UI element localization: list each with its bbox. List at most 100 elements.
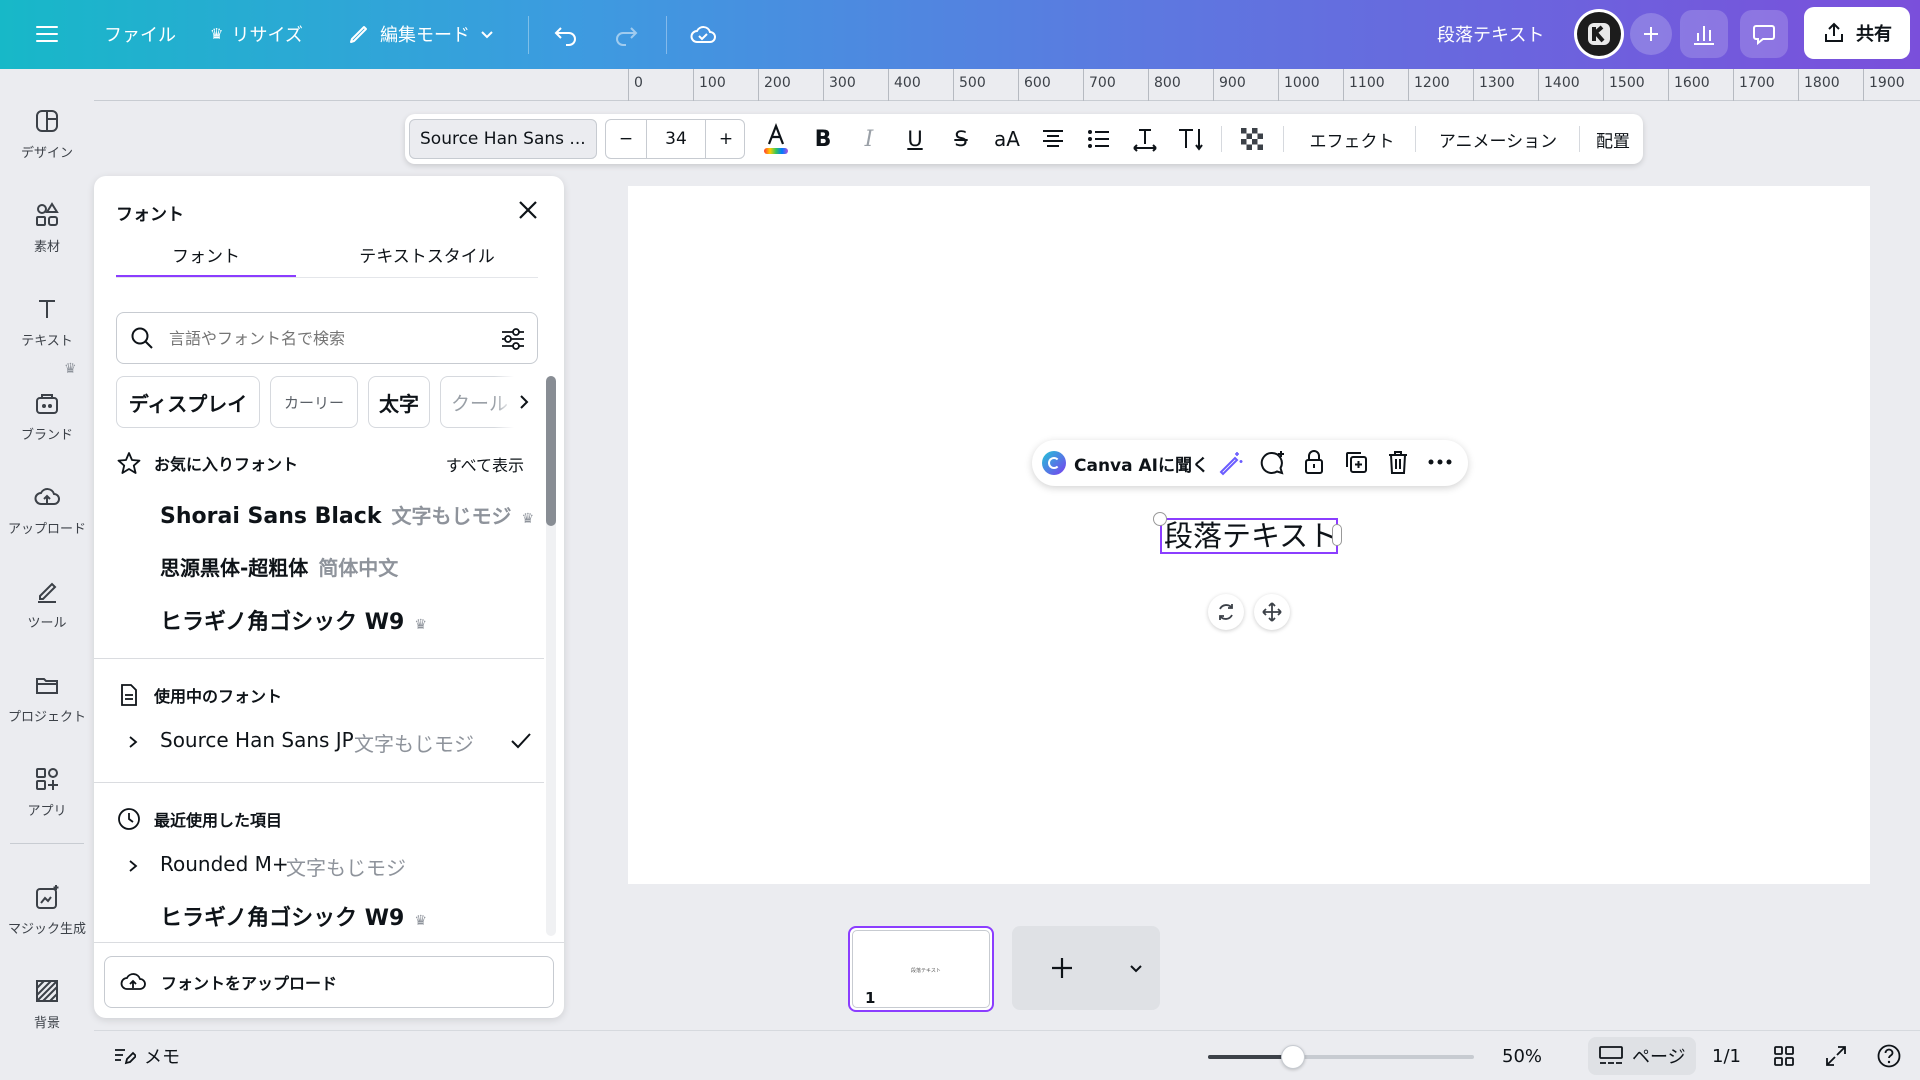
tab-fonts[interactable]: フォント [116, 242, 296, 278]
font-item-rounded-mplus[interactable]: Rounded M+ 文字もじモジ [116, 848, 536, 884]
menu-button[interactable] [34, 14, 60, 54]
category-chips: ディスプレイ カーリー 太字 クール [116, 376, 538, 428]
rail-item-background[interactable]: 背景 [0, 963, 94, 1043]
help-button[interactable] [1876, 1031, 1902, 1080]
move-button[interactable] [1254, 594, 1290, 630]
fullscreen-button[interactable] [1824, 1031, 1848, 1080]
font-name: ヒラギノ角ゴシック W9 [160, 906, 405, 931]
file-menu[interactable]: ファイル [104, 14, 176, 54]
cloud-save-status[interactable] [688, 14, 718, 54]
font-size-input[interactable]: 34 [646, 120, 706, 158]
panel-scrollbar[interactable] [546, 376, 556, 936]
strikethrough-button[interactable]: S [939, 114, 983, 164]
page-thumbnail[interactable]: 段落テキスト 1 [848, 926, 994, 1012]
add-page-options-button[interactable] [1112, 926, 1160, 1010]
letter-spacing-button[interactable] [1123, 114, 1167, 164]
font-item-hiragino-w9-recent[interactable]: ヒラギノ角ゴシック W9 ♛ [160, 900, 427, 932]
rail-item-projects[interactable]: プロジェクト [0, 657, 94, 737]
more-options-button[interactable] [1426, 448, 1456, 478]
text-icon [39, 299, 55, 318]
resize-handle-left[interactable] [1153, 512, 1167, 526]
magic-write-button[interactable] [1216, 449, 1246, 479]
comments-button[interactable] [1740, 10, 1788, 58]
rail-item-tools[interactable]: ツール [0, 563, 94, 643]
notes-button[interactable]: メモ [112, 1031, 180, 1080]
page-count[interactable]: 1/1 [1712, 1031, 1741, 1080]
rail-item-elements[interactable]: 素材 [0, 187, 94, 267]
italic-button[interactable]: I [847, 114, 891, 164]
font-item-source-han-sans[interactable]: Source Han Sans JP 文字もじモジ [116, 724, 536, 760]
font-item-shorai-sans-black[interactable]: Shorai Sans Black 文字もじモジ ♛ [160, 500, 534, 529]
add-collaborator-button[interactable] [1630, 13, 1672, 55]
horizontal-ruler: 0 100 200 300 400 500 600 700 800 900 1000 1100 1200… [94, 69, 1920, 101]
tab-text-styles[interactable]: テキストスタイル [316, 242, 538, 278]
see-all-link[interactable]: すべて表示 [446, 452, 524, 476]
font-search-input[interactable] [169, 328, 469, 348]
zoom-percentage[interactable]: 50% [1502, 1031, 1542, 1080]
toolbar-divider [1415, 126, 1416, 152]
lock-button[interactable] [1300, 448, 1330, 478]
animation-button[interactable]: アニメーション [1423, 114, 1573, 164]
redo-button[interactable] [612, 14, 640, 54]
font-item-hiragino-w9[interactable]: ヒラギノ角ゴシック W9 ♛ [160, 604, 427, 636]
resize-button[interactable]: ♛ リサイズ [210, 14, 303, 54]
vertical-text-button[interactable] [1169, 114, 1213, 164]
zoom-slider-thumb[interactable] [1280, 1045, 1305, 1069]
document-title[interactable]: 段落テキスト [1437, 14, 1544, 54]
font-size-increase-button[interactable]: + [706, 120, 746, 158]
ask-ai-label: Canva AIに聞く [1074, 455, 1210, 476]
chip-display[interactable]: ディスプレイ [116, 376, 260, 428]
comment-add-button[interactable] [1258, 448, 1288, 478]
rail-item-text[interactable]: テキスト [0, 281, 94, 361]
rotate-button[interactable] [1208, 594, 1244, 630]
duplicate-icon [1346, 452, 1367, 473]
close-panel-button[interactable] [514, 196, 542, 224]
pages-view-button[interactable]: ページ [1588, 1037, 1696, 1075]
upload-font-button[interactable]: フォントをアップロード [104, 956, 554, 1008]
insights-button[interactable] [1680, 10, 1728, 58]
rail-item-magic[interactable]: マジック生成 [0, 869, 94, 949]
rail-item-uploads[interactable]: アップロード [0, 469, 94, 549]
transparency-button[interactable] [1229, 114, 1275, 164]
font-size-decrease-button[interactable]: − [606, 120, 646, 158]
font-search-field[interactable] [116, 312, 538, 364]
chevron-down-icon [481, 31, 493, 39]
bold-button[interactable]: B [801, 114, 845, 164]
text-direction-icon [1179, 129, 1203, 151]
letter-case-button[interactable]: aA [985, 114, 1029, 164]
position-button[interactable]: 配置 [1587, 114, 1639, 164]
scrollbar-thumb[interactable] [546, 376, 556, 526]
font-family-select[interactable]: Source Han Sans ... [409, 119, 597, 159]
align-button[interactable] [1031, 114, 1075, 164]
delete-button[interactable] [1384, 448, 1414, 478]
add-page-button[interactable] [1012, 926, 1112, 1010]
avatar[interactable] [1574, 9, 1624, 59]
zoom-slider[interactable] [1208, 1045, 1474, 1069]
rail-item-apps[interactable]: アプリ [0, 751, 94, 831]
upload-font-label: フォントをアップロード [161, 974, 338, 993]
list-button[interactable] [1077, 114, 1121, 164]
selected-text-element[interactable]: 段落テキスト [1160, 518, 1338, 554]
chip-curly[interactable]: カーリー [270, 376, 358, 428]
font-item-siyuan-heiti[interactable]: 思源黒体-超粗体 简体中文 [160, 552, 398, 581]
rail-item-brand[interactable]: ブランド [0, 375, 94, 455]
chip-bold[interactable]: 太字 [368, 376, 430, 428]
grid-view-button[interactable] [1772, 1031, 1796, 1080]
doc-title-text: 段落テキスト [1437, 25, 1545, 46]
rail-item-design[interactable]: デザイン [0, 93, 94, 173]
share-button[interactable]: 共有 [1804, 7, 1910, 59]
chips-scroll-right-button[interactable] [494, 376, 538, 428]
underline-button[interactable]: U [893, 114, 937, 164]
ask-ai-button[interactable]: Canva AIに聞く [1042, 440, 1209, 486]
magic-icon [36, 884, 59, 909]
edit-mode-dropdown[interactable]: 編集モード [346, 14, 496, 54]
undo-button[interactable] [552, 14, 580, 54]
effects-button[interactable]: エフェクト [1295, 114, 1409, 164]
plus-icon [1052, 958, 1072, 978]
notes-label: メモ [144, 1047, 180, 1068]
duplicate-button[interactable] [1342, 448, 1372, 478]
filter-icon[interactable] [499, 325, 527, 353]
resize-handle-right[interactable] [1332, 524, 1342, 546]
text-color-button[interactable] [753, 114, 799, 164]
recent-title: 最近使用した項目 [154, 811, 283, 830]
